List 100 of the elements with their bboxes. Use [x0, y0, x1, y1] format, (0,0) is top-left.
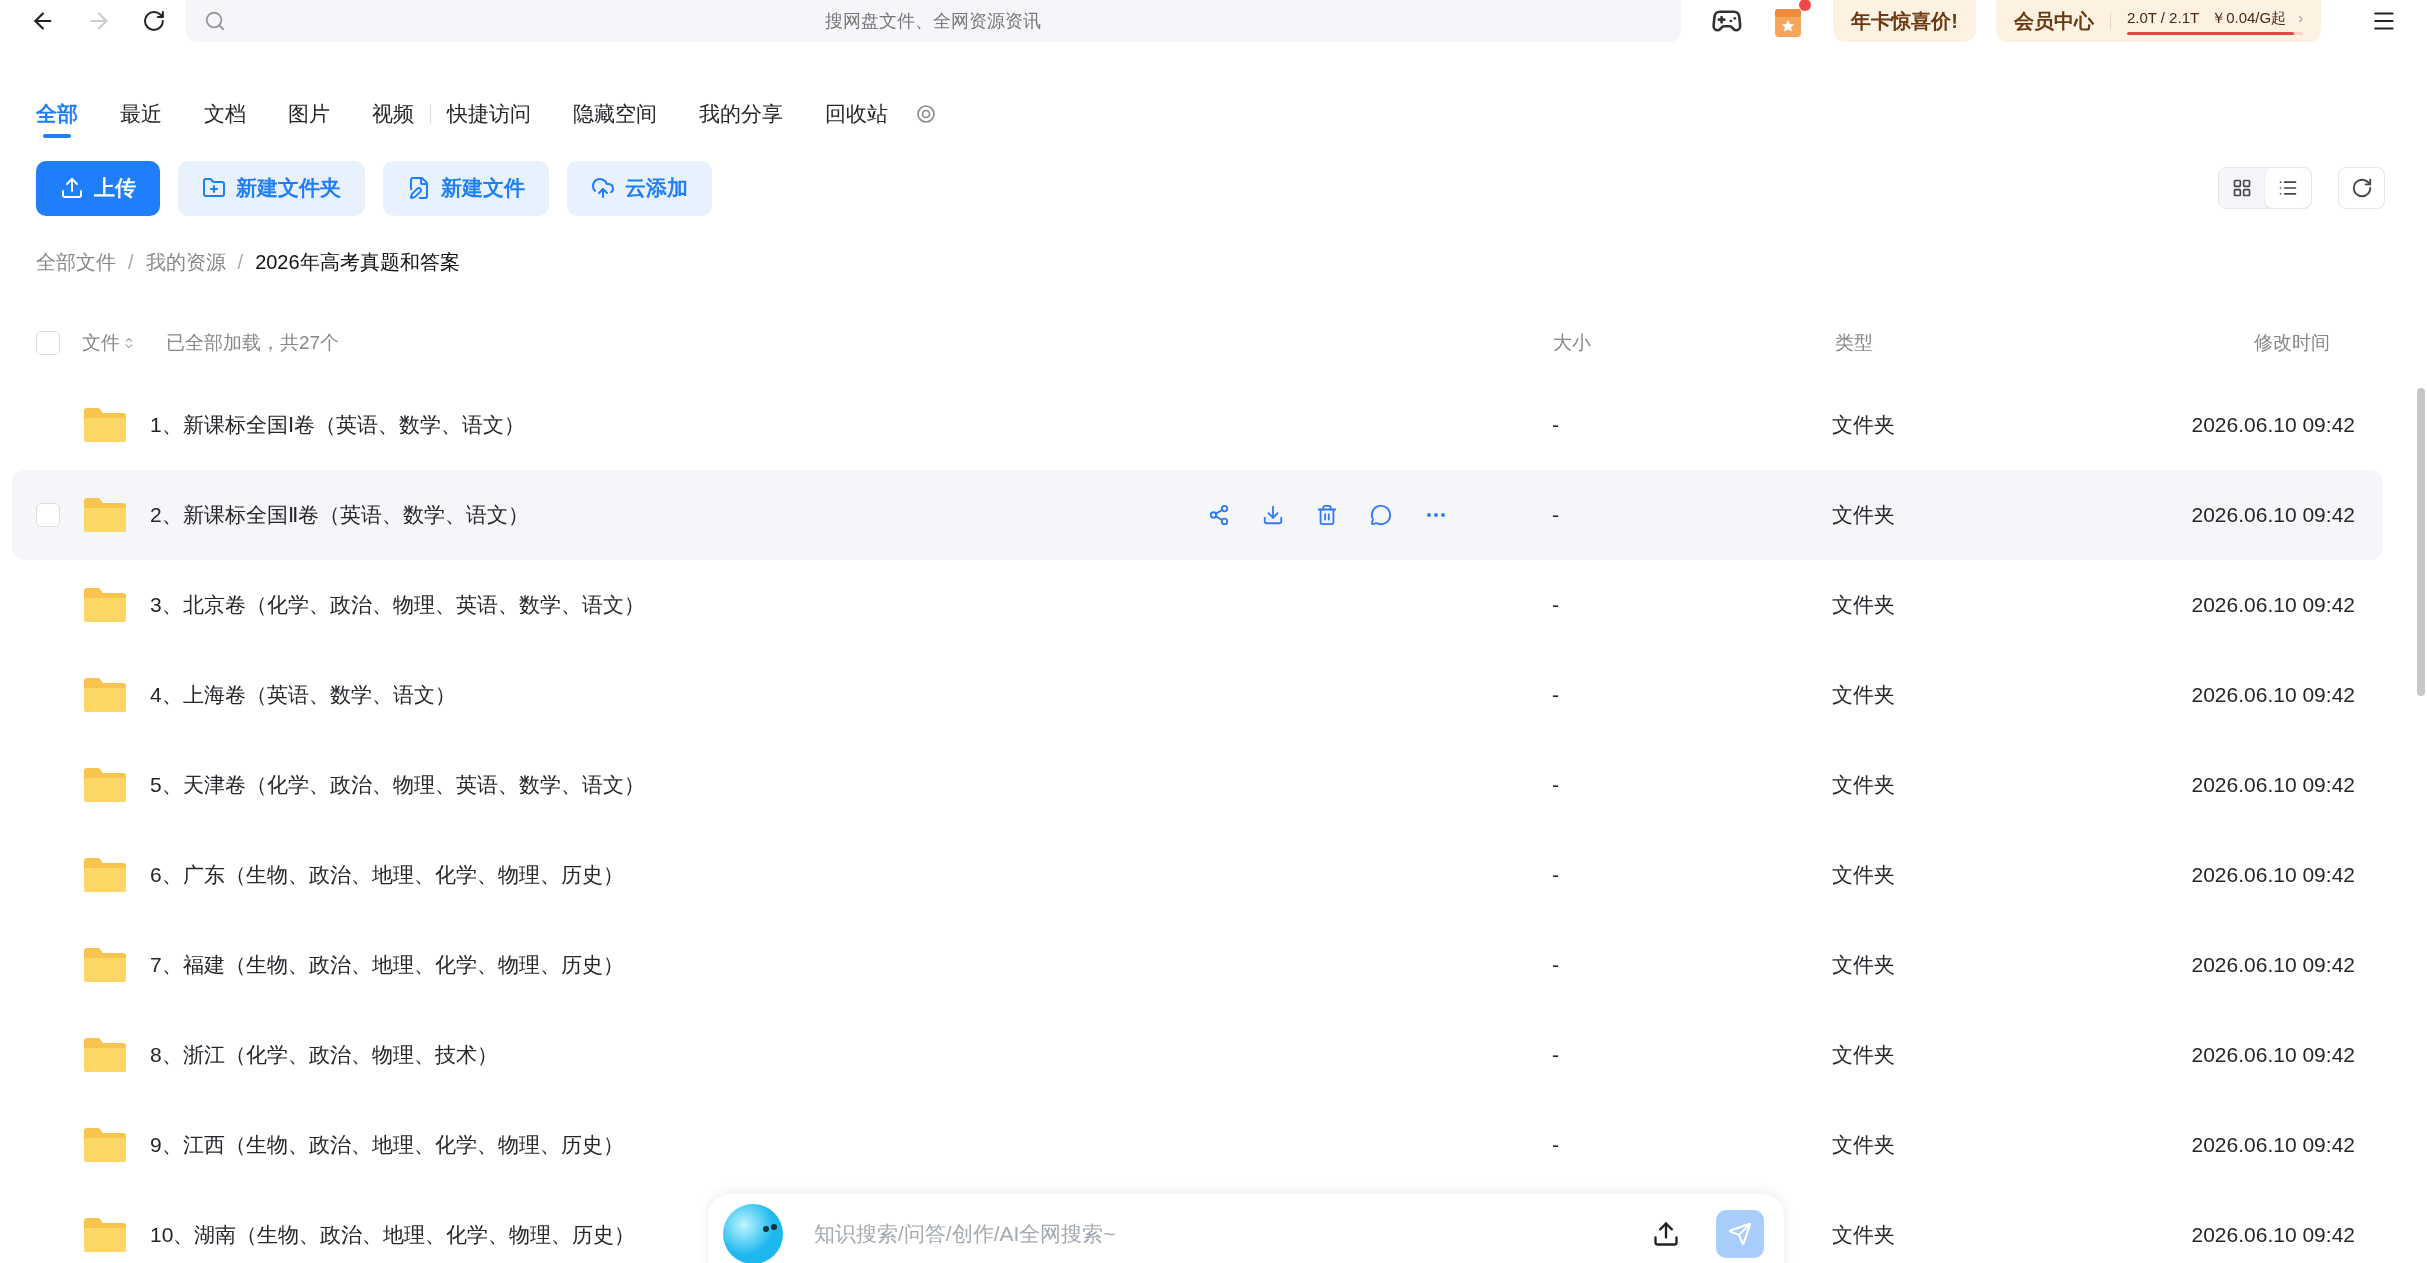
type-cell-text: 文件夹	[1832, 592, 1896, 619]
folder-icon	[82, 766, 128, 804]
size-cell-text: -	[1552, 1132, 1559, 1159]
file-name[interactable]: 3、北京卷（化学、政治、物理、英语、数学、语文）	[150, 589, 645, 621]
storage-usage: 2.0T / 2.1T	[2126, 8, 2200, 29]
tab[interactable]: 最近	[120, 94, 162, 134]
download-icon[interactable]	[1262, 504, 1284, 526]
type-cell-text: 文件夹	[1832, 1042, 1896, 1069]
file-name[interactable]: 2、新课标全国Ⅱ卷（英语、数学、语文）	[150, 499, 529, 531]
upload-icon[interactable]	[1652, 1220, 1680, 1248]
select-all-checkbox[interactable]	[36, 331, 60, 355]
folder-icon	[82, 946, 128, 984]
modified-cell-text: 2026.06.10 09:42	[2190, 862, 2355, 889]
upload-button[interactable]: 上传	[36, 160, 160, 216]
size-cell-text: -	[1552, 772, 1559, 799]
file-name[interactable]: 9、江西（生物、政治、地理、化学、物理、历史）	[150, 1129, 624, 1161]
breadcrumb-item[interactable]: 全部文件	[36, 247, 116, 277]
breadcrumb-item[interactable]: 我的资源	[145, 247, 226, 277]
file-name[interactable]: 1、新课标全国Ⅰ卷（英语、数学、语文）	[150, 409, 525, 441]
folder-icon	[82, 676, 128, 714]
size-cell-text: -	[1552, 1042, 1559, 1069]
type-cell-text: 文件夹	[1832, 862, 1896, 889]
type-cell-text: 文件夹	[1832, 502, 1896, 529]
modified-cell-text: 2026.06.10 09:42	[2190, 502, 2355, 529]
folder-icon	[82, 856, 128, 894]
file-row[interactable]: 2、新课标全国Ⅱ卷（英语、数学、语文） - 文件夹 2026.06.10 09:42	[12, 470, 2383, 560]
tab[interactable]: 隐藏空间	[573, 94, 657, 134]
chat-icon[interactable]	[1370, 504, 1392, 526]
modified-cell-text: 2026.06.10 09:42	[2190, 682, 2355, 709]
row-checkbox[interactable]	[36, 503, 60, 527]
list-view-button[interactable]	[2265, 168, 2311, 208]
modified-cell-text: 2026.06.10 09:42	[2190, 1132, 2355, 1159]
cloud-icon	[591, 176, 615, 200]
tab[interactable]: 视频	[372, 94, 414, 134]
search-icon	[203, 10, 226, 32]
type-cell-text: 文件夹	[1832, 412, 1896, 439]
tab[interactable]: 我的分享	[699, 94, 783, 134]
file-name[interactable]: 4、上海卷（英语、数学、语文）	[150, 679, 456, 711]
type-cell-text: 文件夹	[1832, 1222, 1896, 1249]
tab[interactable]: 回收站	[825, 94, 888, 134]
tab[interactable]: 文档	[204, 94, 246, 134]
size-cell-text: -	[1552, 412, 1559, 439]
modified-cell-text: 2026.06.10 09:42	[2190, 412, 2355, 439]
ai-search-input[interactable]: 知识搜索/问答/创作/AI全网搜索~	[814, 1218, 1652, 1250]
member-panel[interactable]: 会员中心 2.0T / 2.1T ￥0.04/G起 ›	[1995, 0, 2322, 42]
column-header: 类型	[1835, 330, 1873, 355]
file-name[interactable]: 5、天津卷（化学、政治、物理、英语、数学、语文）	[150, 769, 645, 801]
column-header[interactable]: 文件	[82, 328, 120, 358]
tab[interactable]: 快捷访问	[447, 94, 531, 134]
scrollbar[interactable]	[2417, 388, 2425, 696]
size-cell-text: -	[1552, 952, 1559, 979]
column-header: 大小	[1553, 330, 1591, 355]
column-header[interactable]: 修改时间	[2254, 328, 2330, 358]
folder-icon	[82, 1216, 128, 1254]
type-cell-text: 文件夹	[1832, 772, 1896, 799]
refresh-icon	[2350, 177, 2373, 199]
breadcrumb-separator: /	[128, 250, 134, 275]
size-cell-text: -	[1552, 862, 1559, 889]
file-icon	[407, 176, 431, 200]
ai-search-bar[interactable]: 知识搜索/问答/创作/AI全网搜索~	[708, 1194, 1784, 1263]
modified-cell-text: 2026.06.10 09:42	[2190, 772, 2355, 799]
folder-icon	[82, 1126, 128, 1164]
modified-cell-text: 2026.06.10 09:42	[2190, 1222, 2355, 1249]
type-cell-text: 文件夹	[1832, 952, 1896, 979]
load-status: 已全部加载，共27个	[166, 330, 340, 355]
folder-icon	[82, 1036, 128, 1074]
folder-icon	[82, 406, 128, 444]
list-icon	[2278, 178, 2298, 198]
folder-icon	[82, 496, 128, 534]
size-cell-text: -	[1552, 592, 1559, 619]
upload-icon	[60, 176, 84, 200]
folder-icon	[82, 586, 128, 624]
breadcrumb-item: 2026年高考真题和答案	[255, 250, 460, 275]
storage-price: ￥0.04/G起	[2211, 8, 2287, 29]
mascot-icon	[722, 1203, 784, 1263]
grid-icon	[2232, 178, 2252, 198]
breadcrumb-separator: /	[237, 250, 244, 275]
delete-icon[interactable]	[1316, 504, 1338, 526]
tab[interactable]: 图片	[288, 94, 330, 134]
file-name[interactable]: 8、浙江（化学、政治、物理、技术）	[150, 1039, 498, 1071]
send-icon	[1728, 1222, 1752, 1246]
type-cell-text: 文件夹	[1832, 682, 1896, 709]
type-cell-text: 文件夹	[1832, 1132, 1896, 1159]
refresh-icon[interactable]	[141, 9, 166, 33]
promo-button[interactable]: 年卡惊喜价!	[1833, 0, 1976, 42]
modified-cell-text: 2026.06.10 09:42	[2190, 1042, 2355, 1069]
share-icon[interactable]	[1208, 504, 1230, 526]
file-name[interactable]: 7、福建（生物、政治、地理、化学、物理、历史）	[150, 949, 624, 981]
folder-icon	[202, 176, 226, 200]
settings-icon[interactable]	[916, 104, 936, 124]
size-cell-text: -	[1552, 502, 1559, 529]
file-name[interactable]: 10、湖南（生物、政治、地理、化学、物理、历史）	[150, 1219, 636, 1251]
member-center-link[interactable]: 会员中心	[2013, 6, 2094, 36]
refresh-button[interactable]	[2338, 167, 2385, 209]
search-field[interactable]: 搜网盘文件、全网资源资讯	[185, 0, 1682, 42]
caret-icon: ›	[2298, 7, 2304, 30]
size-cell-text: -	[1552, 682, 1559, 709]
modified-cell-text: 2026.06.10 09:42	[2190, 952, 2355, 979]
file-name[interactable]: 6、广东（生物、政治、地理、化学、物理、历史）	[150, 859, 624, 891]
modified-cell-text: 2026.06.10 09:42	[2190, 592, 2355, 619]
